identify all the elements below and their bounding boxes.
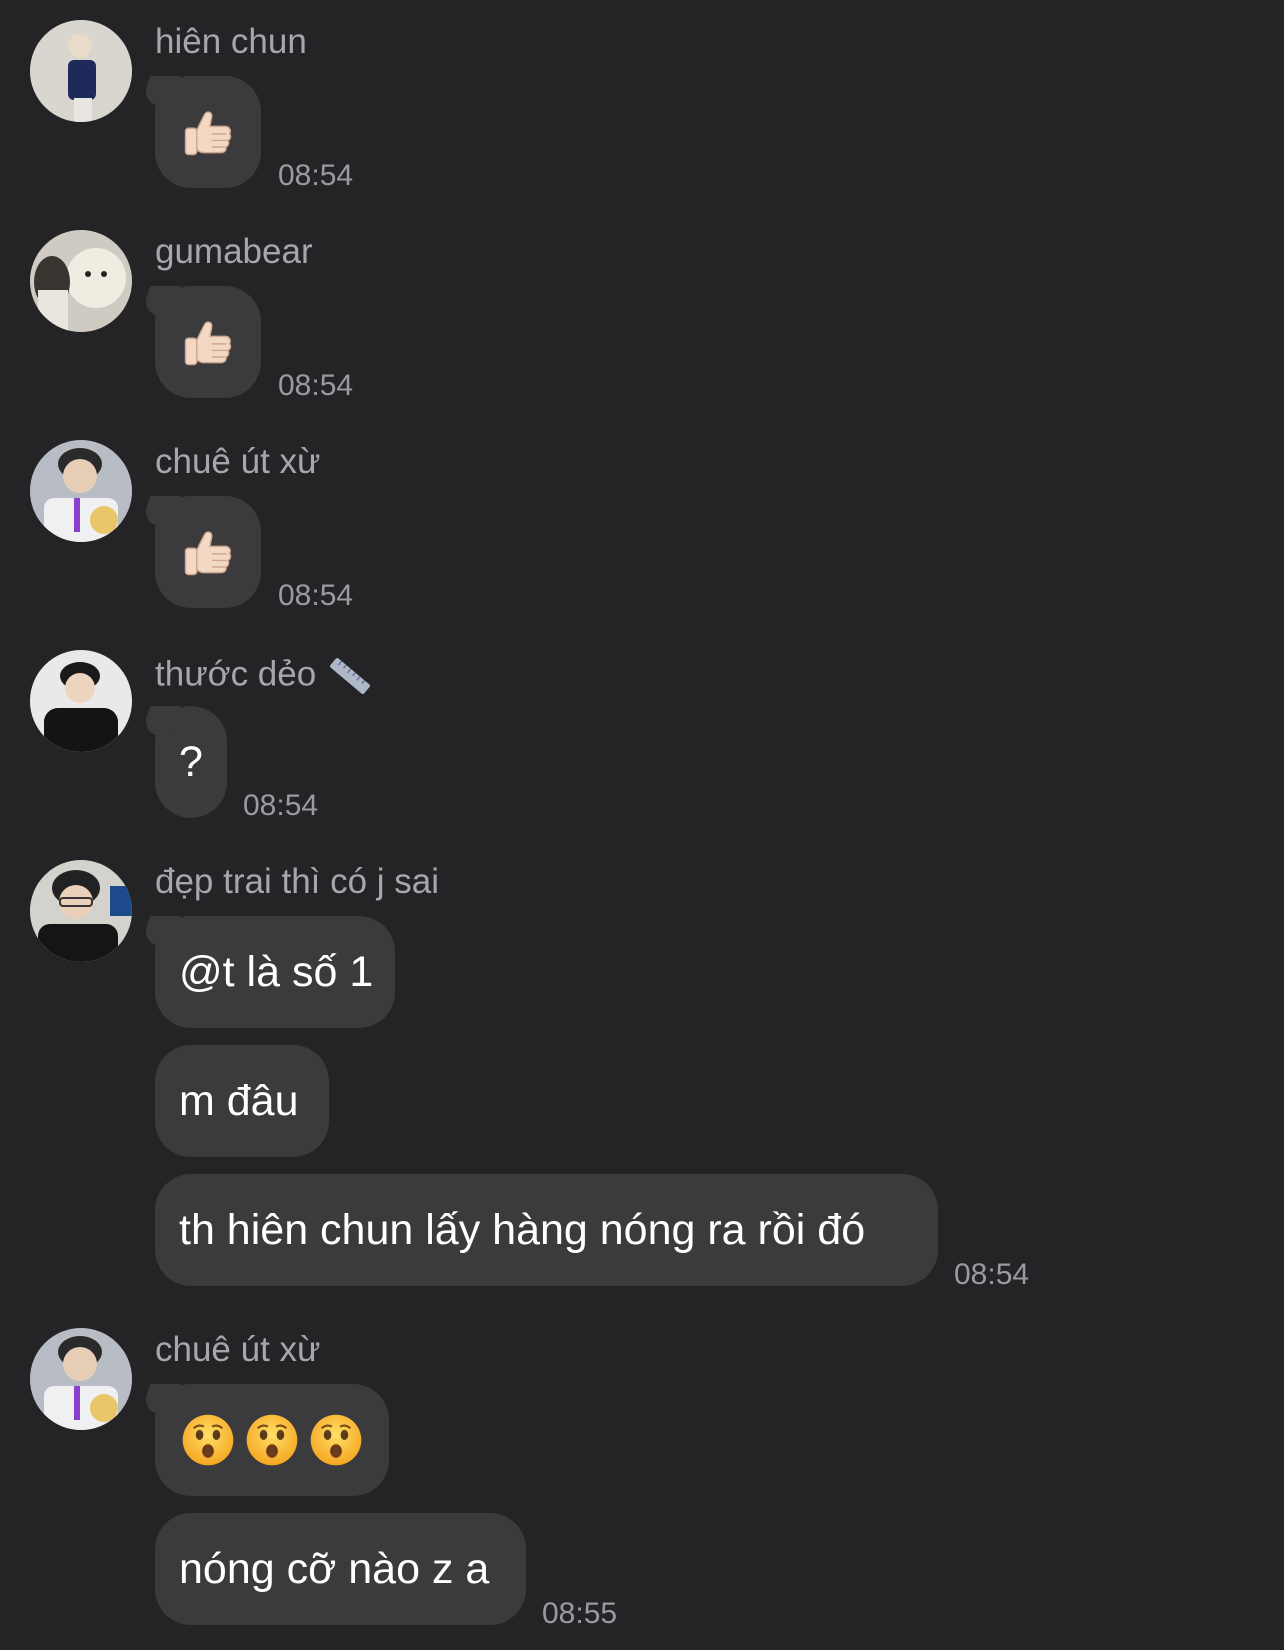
astonished-face-icon <box>245 1413 299 1467</box>
sender-name: gumabear <box>155 232 313 271</box>
message-bubble[interactable]: th hiên chun lấy hàng nóng ra rồi đó <box>155 1174 938 1286</box>
message-bubble[interactable]: m đâu <box>155 1045 329 1157</box>
message-timestamp: 08:54 <box>278 159 354 192</box>
message-timestamp: 08:54 <box>954 1258 1030 1291</box>
message-text: @t là số 1 <box>179 947 374 996</box>
message-bubble[interactable]: nóng cỡ nào z a <box>155 1513 526 1625</box>
message-bubble[interactable] <box>155 496 261 608</box>
avatar[interactable] <box>30 440 132 542</box>
message-timestamp: 08:54 <box>278 579 354 612</box>
avatar[interactable] <box>30 1328 132 1430</box>
message-bubble[interactable] <box>155 1384 389 1496</box>
message-text: m đâu <box>179 1076 299 1125</box>
sender-name: chuê út xừ <box>155 1330 321 1369</box>
thumbs-up-icon <box>178 522 238 582</box>
sender-name: hiên chun <box>155 22 307 61</box>
chat-thread: hiên chun 08:54 gumabear 08:54 chuê út x… <box>0 0 1284 1650</box>
astonished-face-icon <box>309 1413 363 1467</box>
message-text: nóng cỡ nào z a <box>179 1544 490 1593</box>
message-text: ? <box>179 737 203 786</box>
message-timestamp: 08:55 <box>542 1597 618 1630</box>
message-bubble[interactable]: @t là số 1 <box>155 916 395 1028</box>
message-timestamp: 08:54 <box>278 369 354 402</box>
message-timestamp: 08:54 <box>243 789 319 822</box>
ruler-icon <box>330 658 371 694</box>
message-bubble[interactable] <box>155 76 261 188</box>
sender-name-text: thước dẻo <box>155 654 317 694</box>
thumbs-up-icon <box>178 102 238 162</box>
message-bubble[interactable]: ? <box>155 706 227 818</box>
message-text: th hiên chun lấy hàng nóng ra rồi đó <box>179 1205 866 1254</box>
sender-name: chuê út xừ <box>155 442 321 481</box>
astonished-face-icon <box>181 1413 235 1467</box>
avatar[interactable] <box>30 650 132 752</box>
message-bubble[interactable] <box>155 286 261 398</box>
avatar[interactable] <box>30 230 132 332</box>
sender-name: thước dẻo <box>155 652 374 700</box>
avatar[interactable] <box>30 860 132 962</box>
sender-name: đẹp trai thì có j sai <box>155 862 440 901</box>
thumbs-up-icon <box>178 312 238 372</box>
avatar[interactable] <box>30 20 132 122</box>
